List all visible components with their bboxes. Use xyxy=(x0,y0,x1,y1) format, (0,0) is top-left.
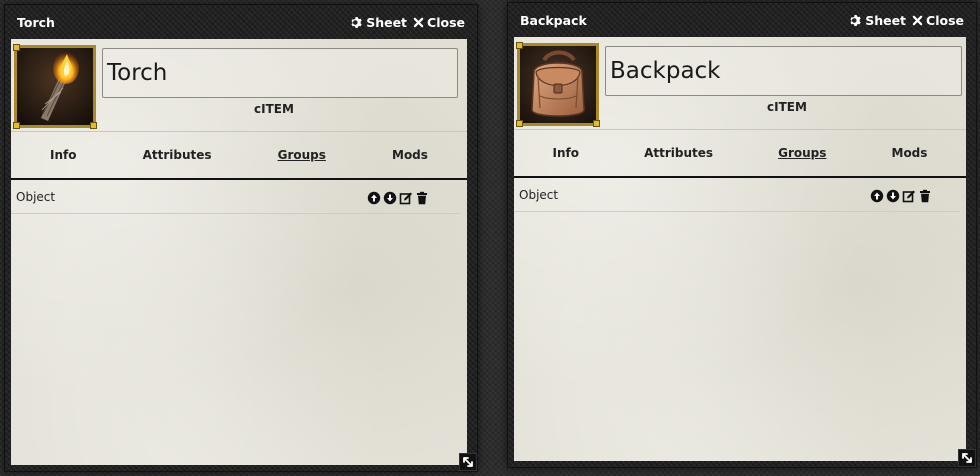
title-actions: Sheet Close xyxy=(849,13,964,28)
edit-icon[interactable] xyxy=(399,191,413,205)
item-name-field[interactable]: Backpack xyxy=(605,46,962,96)
move-up-icon[interactable] xyxy=(870,189,884,203)
group-label: Object xyxy=(519,187,559,202)
item-type-label: cITEM xyxy=(767,100,807,114)
window-titlebar[interactable]: Torch Sheet Close xyxy=(5,5,477,39)
torch-item-window: Torch Sheet Close Torch cITEM Info Attri… xyxy=(4,4,478,472)
group-label: Object xyxy=(16,189,56,204)
close-button[interactable]: Close xyxy=(413,15,465,30)
move-up-icon[interactable] xyxy=(367,191,381,205)
tab-attributes[interactable]: Attributes xyxy=(644,146,713,160)
sheet-tabs: Info Attributes Groups Mods xyxy=(11,132,467,178)
item-portrait[interactable] xyxy=(516,42,600,127)
item-sheet-content: Torch cITEM Info Attributes Groups Mods … xyxy=(11,39,467,465)
group-actions xyxy=(870,189,932,203)
resize-handle[interactable] xyxy=(958,449,976,467)
item-name: Torch xyxy=(107,60,168,86)
item-portrait[interactable] xyxy=(13,44,97,129)
tab-mods[interactable]: Mods xyxy=(892,146,928,160)
resize-icon xyxy=(463,457,473,467)
resize-handle[interactable] xyxy=(459,453,477,471)
tab-groups[interactable]: Groups xyxy=(278,148,326,162)
move-down-icon[interactable] xyxy=(383,191,397,205)
window-title: Backpack xyxy=(520,12,587,28)
backpack-item-window: Backpack Sheet Close Backpack cITEM Info… xyxy=(507,2,977,468)
group-row: Object xyxy=(514,178,960,212)
close-label: Close xyxy=(926,12,964,28)
item-header: Torch cITEM xyxy=(11,39,467,132)
close-button[interactable]: Close xyxy=(912,13,964,28)
group-actions xyxy=(367,191,429,205)
torch-image xyxy=(17,48,93,125)
item-name: Backpack xyxy=(610,58,721,84)
sheet-tabs: Info Attributes Groups Mods xyxy=(514,130,966,176)
delete-icon[interactable] xyxy=(415,191,429,205)
close-icon xyxy=(912,15,923,26)
move-down-icon[interactable] xyxy=(886,189,900,203)
gear-icon xyxy=(849,14,862,27)
tab-attributes[interactable]: Attributes xyxy=(143,148,212,162)
tab-groups[interactable]: Groups xyxy=(778,146,826,160)
window-titlebar[interactable]: Backpack Sheet Close xyxy=(508,3,976,37)
item-sheet-content: Backpack cITEM Info Attributes Groups Mo… xyxy=(514,37,966,461)
backpack-image xyxy=(520,46,596,123)
close-icon xyxy=(413,17,424,28)
item-type-label: cITEM xyxy=(254,102,294,116)
resize-icon xyxy=(962,453,972,463)
sheet-label: Sheet xyxy=(366,14,408,30)
edit-icon[interactable] xyxy=(902,189,916,203)
window-title: Torch xyxy=(17,14,55,30)
sheet-button[interactable]: Sheet xyxy=(350,15,407,30)
sheet-label: Sheet xyxy=(865,12,907,28)
delete-icon[interactable] xyxy=(918,189,932,203)
tab-info[interactable]: Info xyxy=(553,146,579,160)
tab-info[interactable]: Info xyxy=(50,148,76,162)
sheet-button[interactable]: Sheet xyxy=(849,13,906,28)
group-row: Object xyxy=(11,180,461,214)
close-label: Close xyxy=(427,14,465,30)
item-header: Backpack cITEM xyxy=(514,37,966,130)
gear-icon xyxy=(350,16,363,29)
tab-mods[interactable]: Mods xyxy=(392,148,428,162)
item-name-field[interactable]: Torch xyxy=(102,48,458,98)
title-actions: Sheet Close xyxy=(350,15,465,30)
